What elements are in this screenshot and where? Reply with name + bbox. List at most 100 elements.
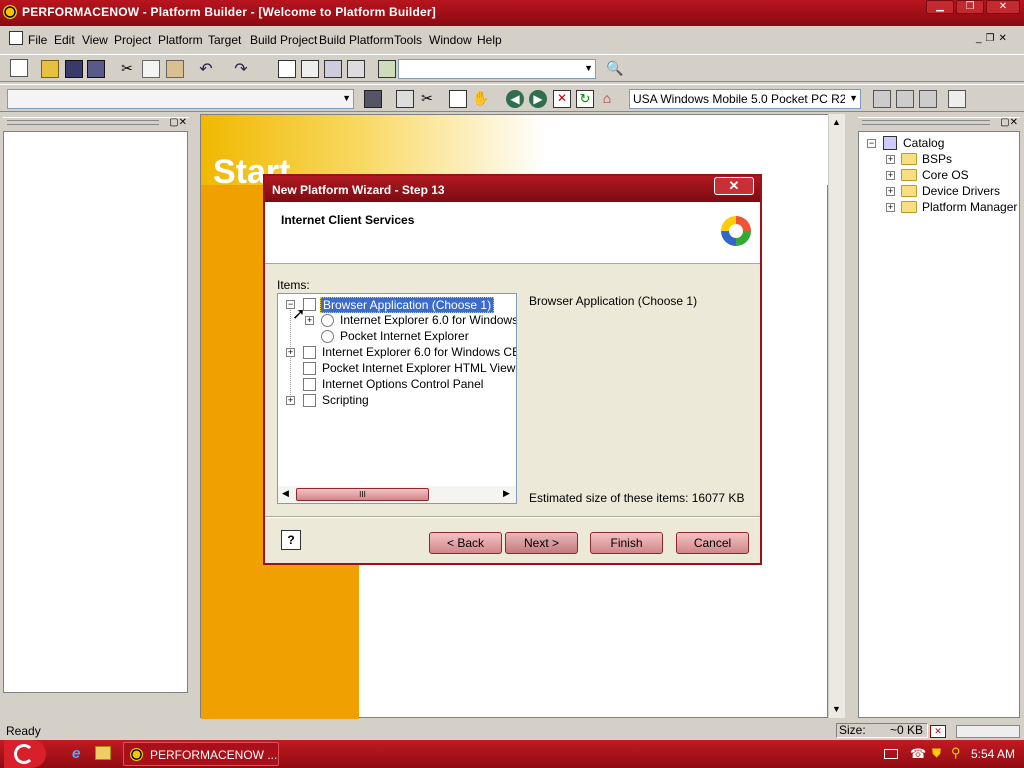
properties-icon[interactable] — [347, 60, 365, 78]
catalog-item-device-drivers[interactable]: Device Drivers — [922, 184, 1000, 198]
undo-icon[interactable]: ↶ — [197, 59, 215, 78]
find-in-files-icon[interactable] — [378, 60, 396, 78]
finish-button[interactable]: Finish — [590, 532, 663, 554]
tree-item-browser-application[interactable]: Browser Application (Choose 1) — [320, 297, 495, 313]
tree-item-ie6[interactable]: Internet Explorer 6.0 for Windows CE — [340, 313, 516, 327]
tree-item-scripting[interactable]: Scripting — [322, 393, 369, 407]
menu-target[interactable]: Target — [208, 33, 241, 47]
home-icon[interactable]: ⌂ — [598, 90, 616, 108]
checkbox[interactable] — [303, 394, 316, 407]
next-button[interactable]: Next > — [505, 532, 578, 554]
menu-edit[interactable]: Edit — [54, 33, 75, 47]
start-button[interactable] — [4, 740, 46, 768]
tray-network-icon[interactable]: ☎ — [910, 746, 926, 762]
stop-icon[interactable]: ✕ — [553, 90, 571, 108]
forward-arrow-icon[interactable]: ▶ — [529, 90, 547, 108]
windows-icon[interactable] — [324, 60, 342, 78]
cut-icon[interactable]: ✂ — [118, 60, 136, 78]
scroll-thumb[interactable]: III — [296, 488, 429, 501]
expand-icon[interactable]: + — [886, 203, 895, 212]
stop-build-icon[interactable]: ✂ — [418, 90, 436, 108]
taskbar-task-button[interactable]: PERFORMACENOW ... — [123, 742, 279, 766]
checkbox[interactable] — [303, 378, 316, 391]
menu-file[interactable]: File — [28, 33, 47, 47]
menu-view[interactable]: View — [82, 33, 108, 47]
collapse-icon[interactable]: − — [867, 139, 876, 148]
toolbar-build: ▼ ✂ ✋ ◀ ▶ ✕ ↻ ⌂ USA Windows Mobile 5.0 P… — [0, 84, 1024, 112]
ie-quicklaunch-icon[interactable]: e — [72, 745, 80, 762]
radio-button[interactable] — [321, 314, 334, 327]
menu-platform[interactable]: Platform — [158, 33, 203, 47]
tree-item-pocket-ie-html[interactable]: Pocket Internet Explorer HTML View (WE — [322, 361, 516, 375]
pane-close-controls[interactable]: ▢✕ — [1000, 117, 1018, 128]
device-icon[interactable] — [919, 90, 937, 108]
find-icon[interactable]: 🔍 — [606, 60, 624, 78]
emulator-icon[interactable] — [948, 90, 966, 108]
explorer-quicklaunch-icon[interactable] — [95, 746, 111, 760]
cancel-button[interactable]: Cancel — [676, 532, 749, 554]
tray-keyboard-icon[interactable] — [884, 749, 898, 759]
attach-icon[interactable] — [449, 90, 467, 108]
redo-icon[interactable]: ↷ — [232, 59, 250, 78]
dialog-close-button[interactable]: ✕ — [714, 177, 754, 195]
menu-build-platform[interactable]: Build Platform — [319, 33, 394, 47]
workspace-icon[interactable] — [278, 60, 296, 78]
expand-icon[interactable]: + — [286, 348, 295, 357]
back-button[interactable]: < Back — [429, 532, 502, 554]
find-combo[interactable]: ▼ — [398, 59, 596, 79]
platform-combo[interactable]: USA Windows Mobile 5.0 Pocket PC R2 Em ▼ — [629, 89, 861, 109]
pane-close-controls[interactable]: ▢✕ — [169, 117, 187, 128]
expand-icon[interactable]: + — [886, 171, 895, 180]
menu-project[interactable]: Project — [114, 33, 151, 47]
menu-window[interactable]: Window — [429, 33, 472, 47]
checkbox[interactable] — [303, 362, 316, 375]
open-folder-icon[interactable] — [41, 60, 59, 78]
tray-shield-icon[interactable]: ⛊ — [932, 746, 941, 761]
config-combo[interactable]: ▼ — [7, 89, 354, 109]
save-icon[interactable] — [65, 60, 83, 78]
doc-icon — [9, 31, 23, 45]
hand-icon[interactable]: ✋ — [472, 90, 490, 108]
mdi-controls[interactable]: _❐✕ — [976, 33, 1020, 45]
tree-hscrollbar[interactable]: ◀ III ▶ — [278, 486, 516, 503]
catalog-item-bsps[interactable]: BSPs — [922, 152, 952, 166]
start-page-scrollbar[interactable]: ▲ ▼ — [828, 114, 845, 718]
catalog-item-core-os[interactable]: Core OS — [922, 168, 969, 182]
scroll-right-icon[interactable]: ▶ — [503, 488, 510, 499]
catalog-root[interactable]: Catalog — [903, 136, 944, 150]
items-tree[interactable]: − Browser Application (Choose 1) ➚ + Int… — [277, 293, 517, 504]
expand-icon[interactable]: + — [286, 396, 295, 405]
rebuild-icon[interactable] — [396, 90, 414, 108]
menu-help[interactable]: Help — [477, 33, 502, 47]
chevron-down-icon: ▼ — [342, 93, 351, 103]
paste-icon[interactable] — [166, 60, 184, 78]
scroll-down-icon[interactable]: ▼ — [832, 704, 841, 714]
radio-button[interactable] — [321, 330, 334, 343]
scroll-up-icon[interactable]: ▲ — [832, 117, 841, 127]
help-button[interactable]: ? — [281, 530, 301, 550]
close-window-button[interactable]: ✕ — [986, 0, 1020, 14]
tree-item-ie6-core[interactable]: Internet Explorer 6.0 for Windows CE Cor — [322, 345, 516, 359]
build-icon[interactable] — [364, 90, 382, 108]
back-arrow-icon[interactable]: ◀ — [506, 90, 524, 108]
expand-icon[interactable]: + — [886, 155, 895, 164]
minimize-button[interactable]: ▁ — [926, 0, 954, 14]
connect-icon[interactable] — [873, 90, 891, 108]
save-all-icon[interactable] — [87, 60, 105, 78]
copy-icon[interactable] — [142, 60, 160, 78]
maximize-button[interactable]: ❐ — [956, 0, 984, 14]
tree-item-pocket-ie[interactable]: Pocket Internet Explorer — [340, 329, 469, 343]
output-icon[interactable] — [301, 60, 319, 78]
catalog-item-platform-manager[interactable]: Platform Manager — [922, 200, 1017, 214]
disconnect-icon[interactable] — [896, 90, 914, 108]
expand-icon[interactable]: + — [305, 316, 314, 325]
expand-icon[interactable]: + — [886, 187, 895, 196]
tray-search-icon[interactable]: ⚲ — [951, 745, 961, 761]
tree-item-internet-options[interactable]: Internet Options Control Panel — [322, 377, 483, 391]
scroll-left-icon[interactable]: ◀ — [282, 488, 289, 499]
menu-build-project[interactable]: Build Project — [250, 33, 317, 47]
menu-tools[interactable]: Tools — [394, 33, 422, 47]
checkbox[interactable] — [303, 346, 316, 359]
new-file-icon[interactable] — [10, 59, 28, 77]
refresh-icon[interactable]: ↻ — [576, 90, 594, 108]
